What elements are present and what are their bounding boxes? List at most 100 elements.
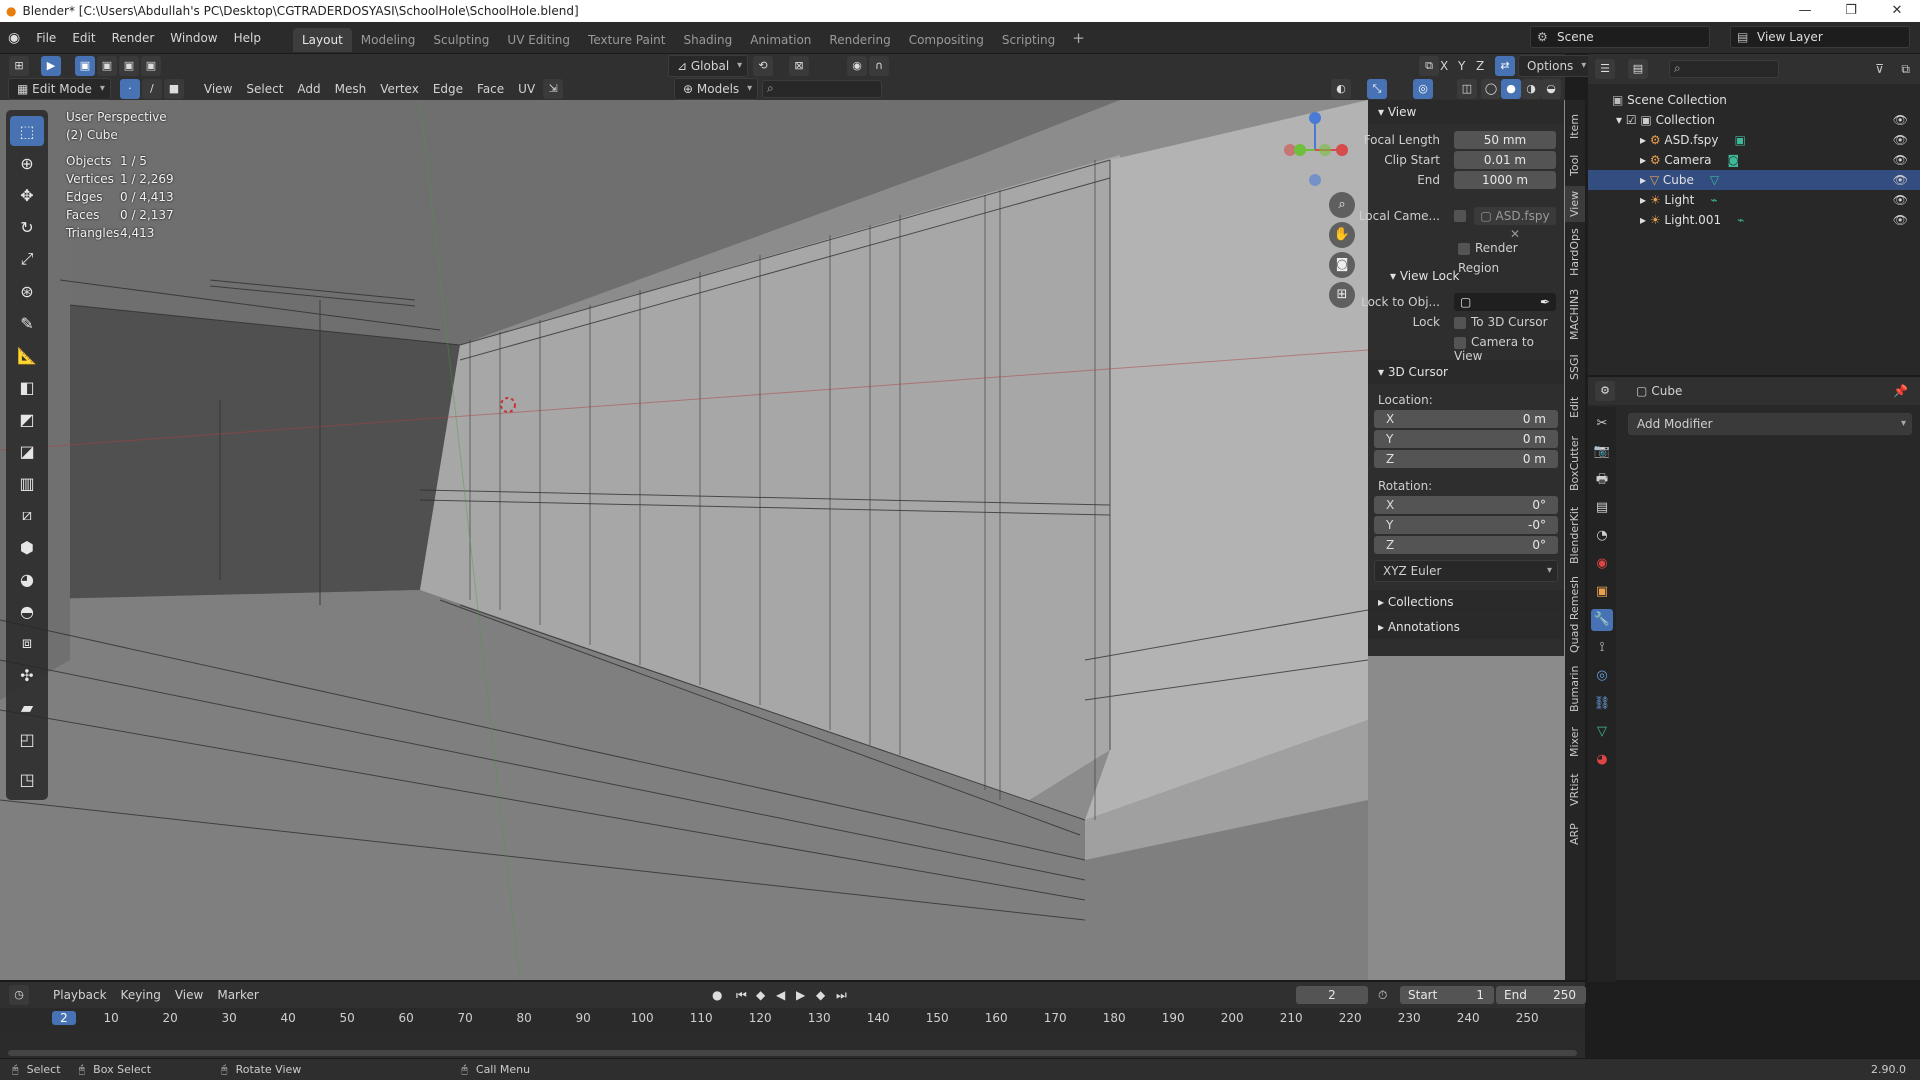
- gizmo-toggle-icon[interactable]: ⤡: [1367, 79, 1387, 99]
- timeline-editor-type-icon[interactable]: ◷: [9, 985, 29, 1005]
- data-props-icon[interactable]: ▽: [1591, 721, 1613, 743]
- menu-uv[interactable]: UV: [511, 78, 542, 100]
- snap-icon[interactable]: ⊠: [789, 56, 809, 76]
- rotation-mode-dropdown[interactable]: XYZ Euler: [1374, 560, 1558, 582]
- expand-arrow-icon[interactable]: ▸: [1640, 213, 1650, 227]
- physics-props-icon[interactable]: ◎: [1591, 665, 1613, 687]
- tab-shading[interactable]: Shading: [674, 28, 741, 52]
- outliner-item[interactable]: ▸ ☀ Light.001 ⌁ 👁: [1588, 210, 1920, 230]
- tab-ssgi[interactable]: SSGI: [1565, 350, 1585, 384]
- outliner-item[interactable]: ▸ ☀ Light ⌁ 👁: [1588, 190, 1920, 210]
- eyedropper-icon[interactable]: ✒: [1540, 293, 1550, 311]
- cursor-location-z[interactable]: Z0 m: [1374, 450, 1558, 468]
- render-region-row[interactable]: Render Region: [1374, 238, 1558, 275]
- eye-icon[interactable]: 👁: [1893, 210, 1908, 230]
- menu-edge[interactable]: Edge: [426, 78, 470, 100]
- focal-length-field[interactable]: 50 mm: [1454, 131, 1556, 149]
- move-tool-icon[interactable]: ✥: [10, 180, 44, 210]
- checkbox-icon[interactable]: ☑: [1626, 113, 1641, 127]
- menu-file[interactable]: File: [28, 22, 64, 54]
- auto-merge-icon[interactable]: ⇄: [1495, 56, 1515, 76]
- select-mode-set-icon[interactable]: ▣: [75, 56, 95, 76]
- pin-icon[interactable]: 📌: [1893, 384, 1908, 398]
- scene-selector[interactable]: ⚙ Scene: [1530, 26, 1710, 48]
- menu-select[interactable]: Select: [239, 78, 290, 100]
- material-shading-icon[interactable]: ◑: [1521, 79, 1541, 99]
- tab-boxcutter[interactable]: BoxCutter: [1565, 430, 1585, 496]
- timeline-ruler[interactable]: 2 10 20 30 40 50 60 70 80 90 100 110 120 130 140 150 160…: [0, 1008, 1585, 1030]
- tab-scripting[interactable]: Scripting: [993, 28, 1064, 52]
- pan-hand-icon[interactable]: ✋: [1329, 222, 1355, 248]
- tab-layout[interactable]: Layout: [292, 27, 352, 52]
- current-frame-field[interactable]: 2: [1296, 986, 1368, 1004]
- preview-range-icon[interactable]: ⏱: [1378, 988, 1387, 1003]
- keying-menu[interactable]: Keying: [114, 984, 168, 1006]
- select-box-tool-icon[interactable]: ⬚: [10, 116, 44, 146]
- perspective-toggle-icon[interactable]: ⊞: [1329, 282, 1355, 308]
- menu-render[interactable]: Render: [104, 22, 163, 54]
- panel-collections-header[interactable]: ▸ Collections: [1368, 590, 1564, 614]
- rotate-tool-icon[interactable]: ↻: [10, 212, 44, 242]
- menu-window[interactable]: Window: [162, 22, 225, 54]
- tab-sculpting[interactable]: Sculpting: [424, 28, 498, 52]
- panel-annotations-header[interactable]: ▸ Annotations: [1368, 615, 1564, 639]
- tab-animation[interactable]: Animation: [741, 28, 820, 52]
- tab-compositing[interactable]: Compositing: [900, 28, 993, 52]
- jump-end-icon[interactable]: ⏭: [836, 988, 847, 1003]
- tab-edit[interactable]: Edit: [1565, 390, 1585, 424]
- options-dropdown[interactable]: Options: [1518, 55, 1593, 77]
- add-workspace-icon[interactable]: +: [1064, 29, 1093, 47]
- new-collection-icon[interactable]: ⧉: [1901, 62, 1910, 77]
- 3d-viewport[interactable]: User Perspective (2) Cube Objects 1 / 5 V…: [0, 100, 1565, 980]
- current-frame-marker[interactable]: 2: [52, 1011, 76, 1025]
- outliner-scene-collection[interactable]: ▣ Scene Collection: [1588, 90, 1920, 110]
- navigation-gizmo[interactable]: [1270, 104, 1360, 194]
- expand-arrow-icon[interactable]: ▾: [1616, 113, 1626, 127]
- outliner-collection[interactable]: ▾ ☑ ▣ Collection 👁: [1588, 110, 1920, 130]
- poly-build-tool-icon[interactable]: ⬢: [10, 532, 44, 562]
- menu-face[interactable]: Face: [470, 78, 511, 100]
- jump-keyframe-forward-icon[interactable]: ◆: [816, 988, 825, 1002]
- timeline-scrollbar[interactable]: [8, 1050, 1577, 1056]
- panel-view-header[interactable]: ▾ View: [1368, 100, 1564, 124]
- axis-y[interactable]: Y: [1458, 59, 1465, 73]
- transform-tool-icon[interactable]: ⊛: [10, 276, 44, 306]
- proportional-edit-icon[interactable]: ◉: [847, 56, 867, 76]
- shear-tool-icon[interactable]: ▰: [10, 692, 44, 722]
- rip-tool-icon[interactable]: ◰: [10, 724, 44, 754]
- timeline-view-menu[interactable]: View: [168, 984, 210, 1006]
- outliner-item[interactable]: ▸ ⚙ ASD.fspy ▣ 👁: [1588, 130, 1920, 150]
- transform-orientation-dropdown[interactable]: ⊿ Global: [668, 55, 749, 77]
- inset-tool-icon[interactable]: ◩: [10, 404, 44, 434]
- outliner-item[interactable]: ▸ ▽ Cube ▽ 👁: [1588, 170, 1920, 190]
- tab-bumarin[interactable]: Bumarin: [1565, 662, 1585, 716]
- cursor-rotation-z[interactable]: Z 0°: [1374, 536, 1558, 554]
- view-layer-selector[interactable]: ▤ View Layer: [1730, 26, 1910, 48]
- visibility-icon[interactable]: ◐: [1331, 79, 1351, 99]
- output-props-icon[interactable]: 🖶: [1591, 469, 1613, 491]
- expand-arrow-icon[interactable]: ▸: [1640, 153, 1650, 167]
- mode-dropdown[interactable]: ▦ Edit Mode: [8, 78, 111, 100]
- close-button[interactable]: ✕: [1874, 0, 1920, 22]
- tab-view[interactable]: View: [1565, 186, 1585, 222]
- tab-rendering[interactable]: Rendering: [820, 28, 899, 52]
- select-tool-icon[interactable]: ▶: [41, 56, 61, 76]
- world-props-icon[interactable]: ◉: [1591, 553, 1613, 575]
- axis-z[interactable]: Z: [1476, 59, 1484, 73]
- menu-help[interactable]: Help: [226, 22, 269, 54]
- constraints-props-icon[interactable]: ⛓: [1591, 693, 1613, 715]
- render-region-checkbox[interactable]: [1458, 242, 1470, 255]
- rendered-shading-icon[interactable]: ◒: [1541, 79, 1561, 99]
- cursor-rotation-x[interactable]: X 0°: [1374, 496, 1558, 514]
- object-props-icon[interactable]: ▣: [1591, 581, 1613, 603]
- render-props-icon[interactable]: 📷: [1591, 441, 1613, 463]
- tab-machin3[interactable]: MACHIN3: [1565, 284, 1585, 344]
- filter-icon[interactable]: ⊽: [1875, 62, 1884, 76]
- camera-to-view-toggle[interactable]: Camera to View: [1454, 335, 1558, 363]
- menu-add[interactable]: Add: [290, 78, 327, 100]
- mirror-icon[interactable]: ⧉: [1419, 56, 1439, 76]
- overlay-toggle-icon[interactable]: ◎: [1413, 79, 1433, 99]
- eye-icon[interactable]: 👁: [1893, 150, 1908, 170]
- zoom-icon[interactable]: ⌕: [1329, 192, 1355, 218]
- minimize-button[interactable]: —: [1782, 0, 1828, 22]
